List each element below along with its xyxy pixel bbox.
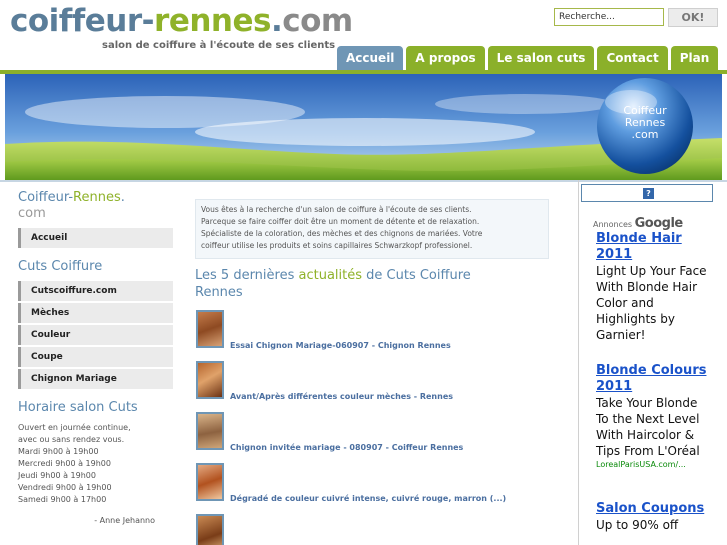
ad-body: Light Up Your Face With Blonde Hair Colo…	[596, 264, 707, 342]
logo-part-rennes: rennes	[154, 3, 271, 39]
news-link[interactable]: Dégradé de couleur cuivré intense, cuivr…	[230, 494, 506, 503]
hours-line: Vendredi 9h00 à 19h00	[18, 483, 112, 492]
news-item: Dégradé de couleur cuivré intense, cuivr…	[195, 463, 555, 514]
sidebar-site-title: Coiffeur-Rennes. com	[18, 190, 173, 222]
news-thumbnail[interactable]	[196, 463, 224, 501]
hours-line: Mercredi 9h00 à 19h00	[18, 459, 111, 468]
ad-options-box[interactable]: ?	[581, 184, 713, 202]
news-item	[195, 514, 555, 545]
banner-badge: Coiffeur Rennes .com	[600, 105, 690, 141]
ad-body: Take Your Blonde To the Next Level With …	[596, 396, 700, 458]
sidebar-title-part1: Coiffeur-	[18, 190, 74, 205]
help-icon[interactable]: ?	[643, 188, 654, 199]
news-title-part4: Rennes	[195, 285, 243, 300]
sidebar-item-coupe[interactable]: Coupe	[18, 347, 173, 367]
news-section-title: Les 5 dernières actualités de Cuts Coiff…	[195, 267, 555, 301]
main-nav: Accueil A propos Le salon cuts Contact P…	[337, 46, 719, 70]
ads-label-prefix: Annonces	[593, 220, 635, 229]
sidebar-heading-hours: Horaire salon Cuts	[18, 400, 138, 415]
ad-title-link[interactable]: Blonde Hair 2011	[596, 231, 711, 263]
left-sidebar: Coiffeur-Rennes. com Accueil Cuts Coiffur…	[18, 190, 173, 525]
ads-column: ? Annonces Google Blonde Hair 2011 Light…	[578, 180, 714, 545]
nav-tab-accueil[interactable]: Accueil	[337, 46, 404, 70]
ad-title-link[interactable]: Salon Coupons	[596, 501, 711, 517]
site-tagline: salon de coiffure à l'écoute de ses clie…	[102, 40, 336, 51]
news-item: Chignon invitée mariage - 080907 - Coiff…	[195, 412, 555, 463]
news-thumbnail[interactable]	[196, 310, 224, 348]
search-button[interactable]: OK!	[668, 8, 718, 27]
sidebar-item-couleur[interactable]: Couleur	[18, 325, 173, 345]
ad-item: Salon Coupons Up to 90% off	[596, 501, 711, 533]
ad-title-link[interactable]: Blonde Colours 2011	[596, 363, 711, 395]
news-link[interactable]: Chignon invitée mariage - 080907 - Coiff…	[230, 443, 463, 452]
sidebar-title-part3: .	[120, 190, 125, 205]
sidebar-title-part4: com	[18, 206, 46, 221]
sidebar-item-meches[interactable]: Mèches	[18, 303, 173, 323]
intro-line: Parceque se faire coiffer doit être un m…	[201, 217, 480, 226]
news-thumbnail[interactable]	[196, 412, 224, 450]
sidebar-item-chignon-mariage[interactable]: Chignon Mariage	[18, 369, 173, 389]
news-title-part1: Les 5 dernières	[195, 268, 299, 283]
ad-url[interactable]: LorealParisUSA.com/...	[596, 459, 711, 471]
nav-tab-plan[interactable]: Plan	[670, 46, 719, 70]
hours-line: Jeudi 9h00 à 19h00	[18, 471, 96, 480]
news-title-part2: actualités	[298, 268, 363, 283]
hours-line: Mardi 9h00 à 19h00	[18, 447, 99, 456]
badge-line-3: .com	[631, 128, 659, 141]
news-item: Avant/Après différentes couleur mèches -…	[195, 361, 555, 412]
intro-line: Spécialiste de la coloration, des mèches…	[201, 229, 483, 238]
hours-author: - Anne Jehanno	[94, 516, 155, 525]
hours-line: avec ou sans rendez vous.	[18, 435, 125, 444]
ad-item: Blonde Hair 2011 Light Up Your Face With…	[596, 231, 711, 343]
site-logo[interactable]: coiffeur-rennes.com	[10, 2, 353, 40]
sidebar-heading-cuts: Cuts Coiffure	[18, 259, 103, 274]
news-link[interactable]: Avant/Après différentes couleur mèches -…	[230, 392, 453, 401]
news-list: Essai Chignon Mariage-060907 - Chignon R…	[195, 310, 555, 545]
search-input[interactable]	[554, 8, 664, 26]
news-item: Essai Chignon Mariage-060907 - Chignon R…	[195, 310, 555, 361]
opening-hours: Ouvert en journée continue, avec ou sans…	[18, 422, 173, 506]
news-thumbnail[interactable]	[196, 361, 224, 399]
nav-tab-contact[interactable]: Contact	[597, 46, 668, 70]
sidebar-item-accueil[interactable]: Accueil	[18, 228, 173, 248]
logo-part-dot: .	[270, 3, 283, 39]
sidebar-home-menu: Accueil	[18, 228, 173, 248]
intro-box: Vous êtes à la recherche d'un salon de c…	[195, 199, 549, 259]
logo-part-coiffeur: coiffeur-	[10, 3, 155, 39]
sidebar-title-part2: Rennes	[73, 190, 121, 205]
logo-part-com: com	[282, 3, 353, 39]
sidebar-item-cutscoiffure[interactable]: Cutscoiffure.com	[18, 281, 173, 301]
hours-line: Ouvert en journée continue,	[18, 423, 131, 432]
ads-by-google-label[interactable]: Annonces Google	[593, 216, 683, 231]
hours-line: Samedi 9h00 à 17h00	[18, 495, 107, 504]
news-thumbnail[interactable]	[196, 514, 224, 545]
intro-line: coiffeur utilise les produits et soins c…	[201, 241, 473, 250]
nav-tab-a-propos[interactable]: A propos	[406, 46, 485, 70]
intro-line: Vous êtes à la recherche d'un salon de c…	[201, 205, 472, 214]
nav-tab-le-salon-cuts[interactable]: Le salon cuts	[487, 46, 595, 70]
news-link[interactable]: Essai Chignon Mariage-060907 - Chignon R…	[230, 341, 451, 350]
news-title-part3: de Cuts Coiffure	[362, 268, 471, 283]
ad-item: Blonde Colours 2011 Take Your Blonde To …	[596, 363, 711, 471]
sidebar-cuts-menu: Cutscoiffure.com Mèches Couleur Coupe Ch…	[18, 281, 173, 389]
ad-body: Up to 90% off	[596, 518, 679, 532]
google-logo: Google	[634, 216, 684, 231]
